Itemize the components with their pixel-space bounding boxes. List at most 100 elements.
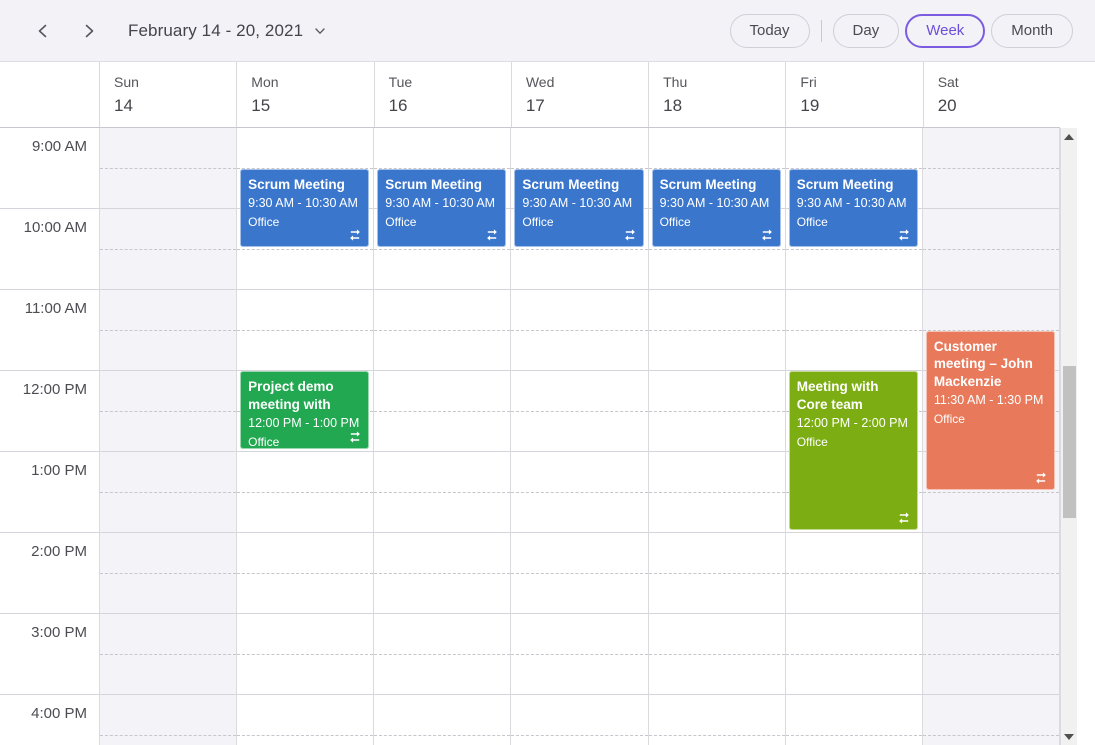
tab-month[interactable]: Month bbox=[991, 13, 1073, 48]
hour-cell[interactable] bbox=[374, 371, 511, 452]
calendar-toolbar: February 14 - 20, 2021 Today Day Week Mo… bbox=[0, 0, 1095, 62]
day-number: 20 bbox=[937, 96, 957, 115]
tab-week[interactable]: Week bbox=[905, 13, 986, 48]
hour-cell[interactable] bbox=[648, 290, 785, 371]
hour-cell[interactable] bbox=[374, 290, 511, 371]
calendar-event[interactable]: Meeting with Core team 12:00 PM - 2:00 PM… bbox=[788, 371, 918, 530]
scroll-up-button[interactable] bbox=[1061, 128, 1077, 145]
hour-cell[interactable] bbox=[100, 452, 237, 533]
hour-cell[interactable] bbox=[922, 533, 1060, 614]
calendar-event[interactable]: Customer meeting – John Mackenzie 11:30 A… bbox=[925, 330, 1055, 490]
calendar-event[interactable]: Scrum Meeting 9:30 AM - 10:30 AM Office bbox=[514, 168, 644, 247]
time-label: 10:00 AM bbox=[23, 219, 87, 236]
hour-cell[interactable] bbox=[511, 371, 648, 452]
day-header-tue[interactable]: Tue 16 bbox=[374, 62, 512, 127]
hour-cell[interactable] bbox=[648, 452, 785, 533]
event-time: 9:30 AM - 10:30 AM bbox=[248, 196, 358, 210]
recurrence-icon bbox=[760, 228, 774, 242]
hour-cell[interactable] bbox=[922, 209, 1060, 290]
gutter-corner bbox=[0, 62, 100, 127]
recurrence-icon bbox=[623, 228, 637, 242]
event-time: 9:30 AM - 10:30 AM bbox=[659, 196, 770, 210]
calendar-event[interactable]: Scrum Meeting 9:30 AM - 10:30 AM Office bbox=[240, 168, 370, 247]
triangle-down-icon bbox=[1064, 733, 1074, 740]
hour-cell[interactable] bbox=[100, 209, 237, 290]
day-header-wed[interactable]: Wed 17 bbox=[511, 62, 650, 127]
hour-cell[interactable] bbox=[511, 452, 648, 533]
day-header-fri[interactable]: Fri 19 bbox=[786, 62, 924, 127]
hour-cell[interactable] bbox=[100, 290, 237, 371]
scrollbar-thumb[interactable] bbox=[1063, 366, 1076, 518]
scroll-down-button[interactable] bbox=[1061, 728, 1077, 745]
hour-cell[interactable] bbox=[237, 290, 374, 371]
hour-cell[interactable] bbox=[100, 371, 237, 452]
event-title: Project demo meeting with bbox=[248, 379, 334, 412]
day-header-sun[interactable]: Sun 14 bbox=[100, 62, 238, 127]
day-header-sat[interactable]: Sat 20 bbox=[923, 62, 1060, 127]
hour-cell[interactable] bbox=[100, 614, 237, 695]
time-label: 12:00 PM bbox=[22, 381, 87, 398]
time-slot: 11:00 AM bbox=[0, 290, 99, 371]
hour-cell[interactable] bbox=[237, 695, 374, 745]
event-time: 12:00 PM - 1:00 PM bbox=[248, 416, 360, 430]
day-number: 14 bbox=[114, 96, 133, 115]
day-number: 19 bbox=[800, 96, 820, 115]
hour-cell[interactable] bbox=[374, 452, 511, 533]
view-switcher: Today Day Week Month bbox=[729, 13, 1073, 48]
chevron-right-icon bbox=[85, 24, 94, 37]
day-name: Sun bbox=[114, 74, 139, 90]
hour-cell[interactable] bbox=[785, 695, 922, 745]
recurrence-icon bbox=[348, 228, 362, 242]
hour-cell[interactable] bbox=[648, 614, 785, 695]
event-location: Office bbox=[248, 215, 280, 229]
today-button[interactable]: Today bbox=[729, 13, 810, 48]
event-location: Office bbox=[385, 215, 417, 229]
day-header-thu[interactable]: Thu 18 bbox=[649, 62, 787, 127]
hour-cell[interactable] bbox=[922, 128, 1060, 209]
date-range-title: February 14 - 20, 2021 bbox=[128, 20, 304, 40]
hour-cell[interactable] bbox=[511, 614, 648, 695]
prev-week-button[interactable] bbox=[26, 14, 60, 48]
hour-cell[interactable] bbox=[100, 128, 237, 209]
next-week-button[interactable] bbox=[72, 14, 106, 48]
hour-cell[interactable] bbox=[785, 614, 922, 695]
hour-cell[interactable] bbox=[237, 533, 374, 614]
hour-cell[interactable] bbox=[374, 614, 511, 695]
event-location: Office bbox=[796, 435, 828, 449]
hour-cell[interactable] bbox=[100, 533, 237, 614]
date-range-selector[interactable]: February 14 - 20, 2021 bbox=[128, 21, 327, 41]
tab-day[interactable]: Day bbox=[832, 13, 900, 48]
hour-cell[interactable] bbox=[511, 695, 648, 745]
day-name: Sat bbox=[937, 74, 959, 90]
day-column-sun[interactable] bbox=[100, 128, 238, 745]
time-gutter: 9:00 AM 10:00 AM 11:00 AM 12:00 PM 1:00 PM 2:… bbox=[0, 128, 100, 745]
hour-cell[interactable] bbox=[237, 614, 374, 695]
hour-cell[interactable] bbox=[237, 452, 374, 533]
hour-cell[interactable] bbox=[785, 290, 922, 371]
hour-cell[interactable] bbox=[785, 533, 922, 614]
event-time: 9:30 AM - 10:30 AM bbox=[522, 196, 633, 210]
recurrence-icon bbox=[485, 228, 499, 242]
vertical-scrollbar[interactable] bbox=[1060, 128, 1077, 745]
hour-cell[interactable] bbox=[511, 533, 648, 614]
calendar-event[interactable]: Project demo meeting with 12:00 PM - 1:00… bbox=[240, 371, 370, 449]
calendar-event[interactable]: Scrum Meeting 9:30 AM - 10:30 AM Office bbox=[788, 168, 918, 247]
event-time: 9:30 AM - 10:30 AM bbox=[385, 196, 496, 210]
hour-cell[interactable] bbox=[648, 695, 785, 745]
calendar-event[interactable]: Scrum Meeting 9:30 AM - 10:30 AM Office bbox=[377, 168, 507, 247]
hour-cell[interactable] bbox=[922, 695, 1060, 745]
calendar-event[interactable]: Scrum Meeting 9:30 AM - 10:30 AM Office bbox=[651, 168, 781, 247]
hour-cell[interactable] bbox=[374, 695, 511, 745]
hour-cell[interactable] bbox=[648, 371, 785, 452]
time-grid: 9:00 AM 10:00 AM 11:00 AM 12:00 PM 1:00 PM 2:… bbox=[0, 128, 1060, 745]
hour-cell[interactable] bbox=[922, 614, 1060, 695]
hour-cell[interactable] bbox=[648, 533, 785, 614]
day-columns: Scrum Meeting 9:30 AM - 10:30 AM Office Scr… bbox=[100, 128, 1060, 745]
hour-cell[interactable] bbox=[374, 533, 511, 614]
day-name: Fri bbox=[800, 74, 817, 90]
hour-cell[interactable] bbox=[100, 695, 237, 745]
day-header-mon[interactable]: Mon 15 bbox=[237, 62, 375, 127]
hour-cell[interactable] bbox=[511, 290, 648, 371]
time-slot: 1:00 PM bbox=[0, 452, 99, 533]
time-slot: 9:00 AM bbox=[0, 128, 99, 209]
